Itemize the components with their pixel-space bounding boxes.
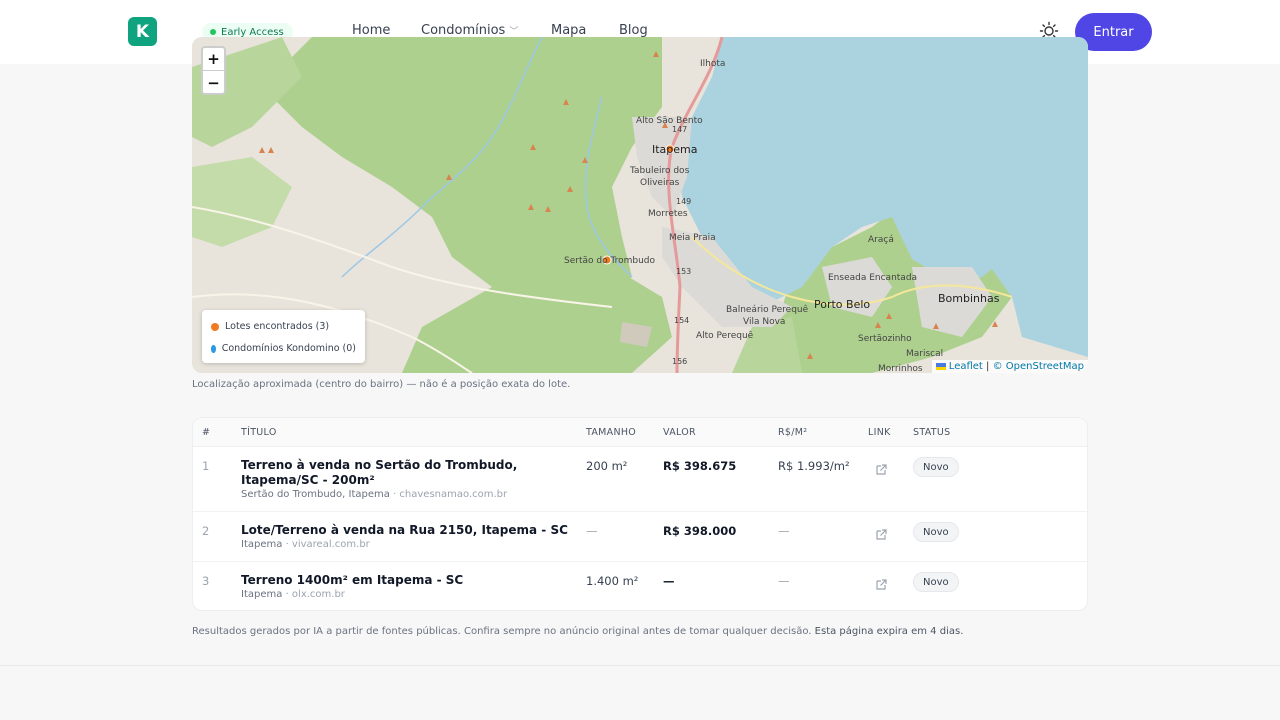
row-subtitle: Sertão do Trombudo, Itapema · chavesnama… xyxy=(241,489,507,500)
logo-letter: K xyxy=(135,21,150,42)
orange-dot-icon xyxy=(211,322,219,331)
table-header: # TÍTULO TAMANHO VALOR R$/M² LINK STATUS xyxy=(193,418,1087,447)
row-location: Sertão do Trombudo, Itapema xyxy=(241,489,390,500)
row-location: Itapema xyxy=(241,539,283,550)
row-per-m2: R$ 1.993/m² xyxy=(778,459,850,473)
row-per-m2: — xyxy=(778,524,790,538)
row-subtitle: Itapema · vivareal.com.br xyxy=(241,539,370,550)
row-size: — xyxy=(586,524,598,538)
map-label-araca: Araçá xyxy=(868,235,894,245)
map-road-153: 153 xyxy=(676,267,692,276)
row-location: Itapema xyxy=(241,589,283,600)
blue-dot-icon xyxy=(211,344,216,353)
map-label-enseada: Enseada Encantada xyxy=(828,273,918,283)
map-road-154: 154 xyxy=(674,316,690,325)
map-road-149: 149 xyxy=(676,197,692,206)
legend-label-lotes: Lotes encontrados (3) xyxy=(225,321,330,332)
map-label-balneario: Balneário Perequê xyxy=(726,305,809,315)
row-value: — xyxy=(663,574,675,588)
leaflet-link[interactable]: Leaflet xyxy=(949,361,983,372)
zoom-in-button[interactable]: + xyxy=(203,48,224,71)
legend-item-lotes: Lotes encontrados (3) xyxy=(211,318,356,335)
col-link: LINK xyxy=(868,427,891,438)
external-link-icon[interactable] xyxy=(875,578,888,594)
disclaimer: Resultados gerados por IA a partir de fo… xyxy=(192,626,963,637)
row-size: 200 m² xyxy=(586,459,628,473)
flag-icon xyxy=(935,362,946,370)
map-label-sertaozinho: Sertãozinho xyxy=(858,334,912,344)
status-dot-icon xyxy=(210,29,216,35)
status-badge: Novo xyxy=(913,572,959,592)
map-road-147: 147 xyxy=(672,125,688,134)
nav-condominios-label: Condomínios xyxy=(421,23,506,38)
col-tamanho: TAMANHO xyxy=(586,427,637,438)
col-titulo: TÍTULO xyxy=(241,427,277,438)
status-badge: Novo xyxy=(913,522,959,542)
row-title[interactable]: Lote/Terreno à venda na Rua 2150, Itapem… xyxy=(241,523,581,538)
map-label-morrinhos: Morrinhos xyxy=(878,364,923,373)
col-status: STATUS xyxy=(913,427,951,438)
map-label-tabuleiro-2: Oliveiras xyxy=(640,178,680,188)
nav-condominios[interactable]: Condomínios ﹀ xyxy=(421,23,518,38)
map-label-tabuleiro: Tabuleiro dos xyxy=(630,166,690,176)
row-source: · vivareal.com.br xyxy=(285,539,370,550)
disclaimer-text: Resultados gerados por IA a partir de fo… xyxy=(192,626,812,637)
row-title[interactable]: Terreno 1400m² em Itapema - SC xyxy=(241,573,581,588)
table-row: 1 Terreno à venda no Sertão do Trombudo,… xyxy=(193,448,1087,512)
map-label-morretes: Morretes xyxy=(648,209,688,219)
nav-blog[interactable]: Blog xyxy=(619,23,648,38)
row-per-m2: — xyxy=(778,574,790,588)
row-size: 1.400 m² xyxy=(586,574,639,588)
row-title[interactable]: Terreno à venda no Sertão do Trombudo, I… xyxy=(241,458,571,487)
table-row: 3 Terreno 1400m² em Itapema - SC Itapema… xyxy=(193,563,1087,610)
legend-item-condominios: Condomínios Kondomino (0) xyxy=(211,340,356,357)
row-source: · chavesnamao.com.br xyxy=(393,489,508,500)
external-link-icon[interactable] xyxy=(875,528,888,544)
table-row: 2 Lote/Terreno à venda na Rua 2150, Itap… xyxy=(193,513,1087,562)
row-source: · olx.com.br xyxy=(285,589,345,600)
attribution-separator: | xyxy=(986,361,990,372)
col-valor: VALOR xyxy=(663,427,696,438)
legend-label-condominios: Condomínios Kondomino (0) xyxy=(221,343,356,354)
logo[interactable]: K xyxy=(128,17,157,46)
col-rs-m2: R$/M² xyxy=(778,427,808,438)
zoom-out-button[interactable]: − xyxy=(203,71,224,93)
nav-mapa[interactable]: Mapa xyxy=(551,23,586,38)
row-subtitle: Itapema · olx.com.br xyxy=(241,589,345,600)
expiry-text: Esta página expira em 4 dias. xyxy=(814,626,964,637)
map-note: Localização aproximada (centro do bairro… xyxy=(192,379,571,390)
map-road-156: 156 xyxy=(672,357,688,366)
openstreetmap-link[interactable]: © OpenStreetMap xyxy=(993,361,1084,372)
map-label-sertao: Sertão do Trombudo xyxy=(564,256,656,266)
map-label-porto-belo: Porto Belo xyxy=(814,298,871,311)
external-link-icon[interactable] xyxy=(875,463,888,479)
map-label-meia-praia: Meia Praia xyxy=(669,233,716,243)
map-label-itapema: Itapema xyxy=(652,143,698,156)
map-label-alto-pereque: Alto Perequê xyxy=(696,331,754,341)
chevron-down-icon: ﹀ xyxy=(509,27,519,37)
map-label-alto-sao-bento: Alto São Bento xyxy=(636,116,703,126)
status-badge: Novo xyxy=(913,457,959,477)
map-legend: Lotes encontrados (3) Condomínios Kondom… xyxy=(202,310,365,363)
footer-divider xyxy=(0,665,1280,666)
map-label-vila-nova: Vila Nova xyxy=(743,317,786,327)
map[interactable]: Ilhota Alto São Bento Itapema Tabuleiro … xyxy=(192,37,1088,373)
zoom-control: + − xyxy=(201,46,226,95)
results-table: # TÍTULO TAMANHO VALOR R$/M² LINK STATUS… xyxy=(192,417,1088,611)
nav-home[interactable]: Home xyxy=(352,23,390,38)
map-label-bombinhas: Bombinhas xyxy=(938,292,1000,305)
row-num: 3 xyxy=(202,574,210,588)
map-attribution: Leaflet | © OpenStreetMap xyxy=(931,360,1088,373)
row-value: R$ 398.000 xyxy=(663,524,737,538)
row-value: R$ 398.675 xyxy=(663,459,737,473)
map-label-ilhota: Ilhota xyxy=(700,59,726,69)
row-num: 1 xyxy=(202,459,210,473)
early-access-label: Early Access xyxy=(221,26,284,38)
map-label-mariscal: Mariscal xyxy=(906,349,944,359)
col-num: # xyxy=(202,427,211,438)
row-num: 2 xyxy=(202,524,210,538)
